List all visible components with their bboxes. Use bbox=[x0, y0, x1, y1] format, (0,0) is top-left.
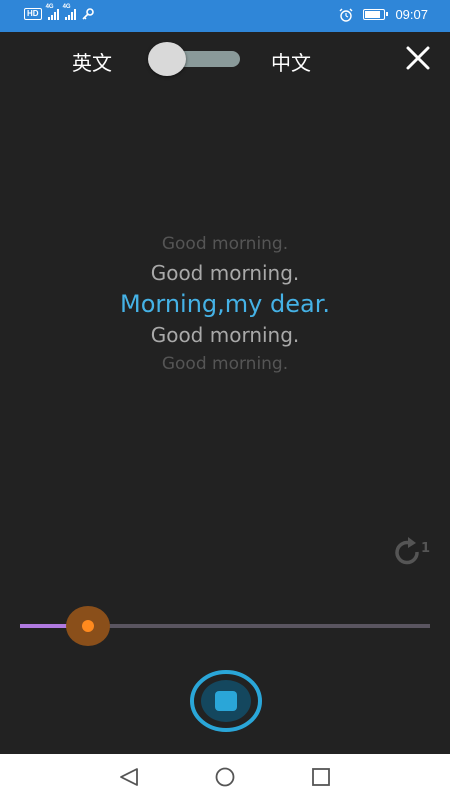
toggle-knob[interactable] bbox=[148, 42, 186, 76]
stop-button[interactable] bbox=[189, 668, 263, 734]
lyric-line: Good morning. bbox=[150, 261, 300, 285]
lyric-line: Good morning. bbox=[161, 354, 289, 374]
repeat-one-button[interactable]: 1 bbox=[390, 536, 430, 570]
signal-label: 4G bbox=[45, 4, 54, 10]
progress-slider[interactable] bbox=[20, 606, 430, 646]
repeat-one-icon: 1 bbox=[395, 537, 430, 565]
signal-label: 4G bbox=[62, 4, 71, 10]
lyrics-player-screen: HD 4G 4G 09:07 英文 中文 Good morning. Good … bbox=[0, 0, 450, 800]
close-button[interactable] bbox=[404, 44, 432, 72]
language-toggle[interactable] bbox=[148, 42, 240, 76]
home-icon[interactable] bbox=[213, 766, 237, 788]
status-left: HD 4G 4G bbox=[24, 4, 94, 20]
key-icon bbox=[81, 8, 94, 20]
chinese-label[interactable]: 中文 bbox=[271, 47, 311, 76]
back-icon[interactable] bbox=[117, 766, 141, 788]
signal-icon: 4G bbox=[63, 4, 76, 20]
status-bar: HD 4G 4G 09:07 bbox=[0, 0, 450, 32]
alarm-icon bbox=[339, 8, 353, 22]
battery-icon bbox=[363, 9, 389, 20]
recents-icon[interactable] bbox=[309, 766, 333, 788]
lyric-line-current: Morning,my dear. bbox=[120, 290, 330, 318]
repeat-count: 1 bbox=[421, 541, 430, 556]
close-icon bbox=[406, 46, 430, 70]
lyric-line: Good morning. bbox=[161, 234, 289, 254]
signal-icon: 4G bbox=[46, 4, 59, 20]
status-right: 09:07 bbox=[339, 7, 428, 22]
stop-icon bbox=[190, 670, 262, 732]
lyric-line: Good morning. bbox=[150, 323, 300, 347]
hd-icon: HD bbox=[24, 8, 42, 20]
status-time: 09:07 bbox=[395, 7, 428, 22]
english-label[interactable]: 英文 bbox=[72, 47, 112, 76]
navigation-bar bbox=[0, 754, 450, 800]
progress-thumb[interactable] bbox=[82, 620, 94, 632]
battery-level bbox=[365, 11, 381, 18]
lyrics-list: Good morning. Good morning. Morning,my d… bbox=[0, 230, 450, 378]
